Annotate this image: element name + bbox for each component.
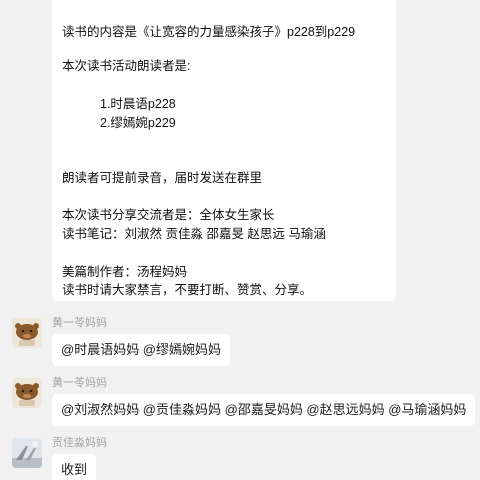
message-bubble[interactable]: @刘淑然妈妈 @贡佳淼妈妈 @邵嘉旻妈妈 @赵思远妈妈 @马瑜涵妈妈 [52, 394, 476, 426]
bear-avatar-icon[interactable] [12, 318, 42, 348]
announcement-line-notes: 读书笔记：刘淑然 贡佳淼 邵嘉旻 赵思远 马瑜涵 [62, 227, 326, 241]
announcement-line-sharers: 本次读书分享交流者是：全体女生家长 [62, 208, 275, 222]
scene-avatar-icon[interactable] [12, 438, 42, 468]
announcement-line-meipian: 美篇制作者：汤程妈妈 [62, 265, 188, 279]
message-bubble[interactable]: 收到 [52, 454, 97, 480]
announcement-line-reader-2: 2.缪嫣婉p229 [100, 116, 176, 130]
sender-name: 贡佳淼妈妈 [52, 437, 107, 449]
announcement-line-recording-note: 朗读者可提前录音，届时发送在群里 [62, 171, 263, 185]
message-bubble[interactable]: @时晨语妈妈 @缪嫣婉妈妈 [52, 334, 231, 366]
sender-name: 黄一苓妈妈 [52, 317, 107, 329]
announcement-line-readers-title: 本次读书活动朗读者是: [62, 59, 191, 73]
sender-name: 黄一苓妈妈 [52, 377, 107, 389]
announcement-line-silence-rule: 读书时请大家禁言，不要打断、赞赏、分享。 [62, 283, 313, 297]
announcement-line-reading-content: 读书的内容是《让宽容的力量感染孩子》p228到p229 [62, 25, 356, 39]
announcement-message-bubble[interactable]: 读书的内容是《让宽容的力量感染孩子》p228到p229 本次读书活动朗读者是: … [52, 0, 396, 301]
announcement-line-reader-1: 1.时晨语p228 [100, 97, 176, 111]
bear-avatar-icon[interactable] [12, 378, 42, 408]
